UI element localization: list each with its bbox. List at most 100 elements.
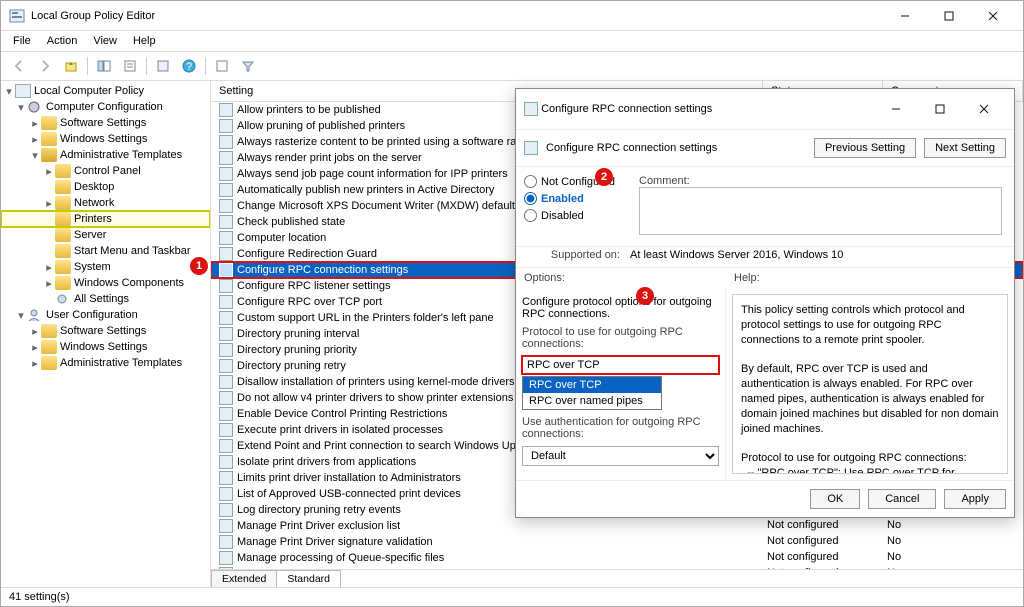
setting-name: Change Microsoft XPS Document Writer (MX… [237, 200, 539, 212]
setting-name: Log directory pruning retry events [237, 504, 401, 516]
tree-all-settings[interactable]: All Settings [1, 291, 210, 307]
tree-user-software-settings[interactable]: ▸Software Settings [1, 323, 210, 339]
protocol-option-pipes[interactable]: RPC over named pipes [523, 393, 661, 409]
radio-enabled[interactable]: Enabled [524, 192, 615, 205]
menu-action[interactable]: Action [47, 35, 78, 47]
cancel-button[interactable]: Cancel [868, 489, 936, 509]
tree-start-menu-taskbar[interactable]: Start Menu and Taskbar [1, 243, 210, 259]
sheet-icon [219, 327, 233, 341]
chevron-down-icon[interactable]: ▾ [3, 85, 15, 98]
protocol-select[interactable]: RPC over TCP [522, 356, 719, 374]
help-button[interactable]: ? [177, 55, 201, 77]
setting-name: Configure RPC over TCP port [237, 296, 382, 308]
chevron-right-icon[interactable]: ▸ [43, 197, 55, 210]
chevron-down-icon[interactable]: ▾ [15, 101, 27, 114]
titlebar: Local Group Policy Editor [1, 1, 1023, 31]
sheet-icon [219, 407, 233, 421]
sheet-icon [524, 141, 538, 155]
chevron-right-icon[interactable]: ▸ [29, 117, 41, 130]
sheet-icon [219, 167, 233, 181]
list-row[interactable]: Manage processing of Queue-specific file… [211, 550, 1023, 566]
help-pane[interactable]: This policy setting controls which proto… [732, 294, 1008, 474]
previous-setting-button[interactable]: Previous Setting [814, 138, 916, 158]
tree-computer-configuration[interactable]: ▾ Computer Configuration [1, 99, 210, 115]
maximize-button[interactable] [927, 2, 971, 30]
status-text: 41 setting(s) [9, 591, 70, 603]
setting-name: Directory pruning interval [237, 328, 359, 340]
back-button[interactable] [7, 55, 31, 77]
chevron-right-icon[interactable]: ▸ [29, 341, 41, 354]
svg-text:?: ? [186, 61, 192, 73]
up-button[interactable] [59, 55, 83, 77]
close-button[interactable] [971, 2, 1015, 30]
statusbar: 41 setting(s) [1, 587, 1023, 606]
tree-root[interactable]: ▾ Local Computer Policy [1, 83, 210, 99]
sheet-icon [219, 215, 233, 229]
menu-view[interactable]: View [93, 35, 117, 47]
tree-administrative-templates[interactable]: ▾Administrative Templates [1, 147, 210, 163]
chevron-right-icon[interactable]: ▸ [43, 261, 55, 274]
sheet-icon [219, 455, 233, 469]
export-list-button[interactable] [118, 55, 142, 77]
chevron-right-icon[interactable]: ▸ [29, 325, 41, 338]
list-row[interactable]: Manage Print Driver exclusion listNot co… [211, 518, 1023, 534]
tree-network[interactable]: ▸ Network [1, 195, 210, 211]
setting-name: Always rasterize content to be printed u… [237, 136, 540, 148]
sheet-icon [219, 295, 233, 309]
tree-user-configuration[interactable]: ▾User Configuration [1, 307, 210, 323]
menu-file[interactable]: File [13, 35, 31, 47]
ok-button[interactable]: OK [810, 489, 860, 509]
tree-printers[interactable]: Printers [1, 211, 210, 227]
sheet-icon [219, 551, 233, 565]
tree-user-admin-templates[interactable]: ▸Administrative Templates [1, 355, 210, 371]
folder-icon [55, 228, 71, 242]
funnel-icon[interactable] [236, 55, 260, 77]
tree-system[interactable]: ▸System [1, 259, 210, 275]
comment-textarea[interactable] [639, 187, 1002, 235]
list-row[interactable]: Manage Print Driver signature validation… [211, 534, 1023, 550]
tab-extended[interactable]: Extended [211, 570, 277, 587]
menu-help[interactable]: Help [133, 35, 156, 47]
dialog-minimize-button[interactable] [874, 95, 918, 123]
supported-on-label: Supported on: [524, 249, 620, 261]
protocol-dropdown: RPC over TCP RPC over named pipes [522, 376, 662, 410]
app-icon [9, 8, 25, 24]
dialog-close-button[interactable] [962, 95, 1006, 123]
forward-button[interactable] [33, 55, 57, 77]
tree-label: Network [74, 197, 114, 209]
tree-software-settings[interactable]: ▸Software Settings [1, 115, 210, 131]
setting-name: List of Approved USB-connected print dev… [237, 488, 461, 500]
filter-button[interactable] [210, 55, 234, 77]
auth-select[interactable]: Default [522, 446, 719, 466]
chevron-right-icon[interactable]: ▸ [43, 165, 55, 178]
protocol-option-tcp[interactable]: RPC over TCP [523, 377, 661, 393]
minimize-button[interactable] [883, 2, 927, 30]
sheet-icon [219, 103, 233, 117]
show-hide-tree-button[interactable] [92, 55, 116, 77]
tab-standard[interactable]: Standard [276, 570, 341, 587]
folder-icon [41, 324, 57, 338]
refresh-button[interactable] [151, 55, 175, 77]
tree-windows-settings[interactable]: ▸Windows Settings [1, 131, 210, 147]
setting-state: Not configured [763, 551, 883, 565]
tree-label: Windows Settings [60, 341, 147, 353]
apply-button[interactable]: Apply [944, 489, 1006, 509]
options-intro: Configure protocol options for outgoing … [522, 296, 719, 320]
chevron-right-icon[interactable]: ▸ [43, 277, 55, 290]
console-tree[interactable]: ▾ Local Computer Policy ▾ Computer Confi… [1, 81, 211, 587]
tree-windows-components[interactable]: ▸Windows Components [1, 275, 210, 291]
options-label: Options: [524, 272, 734, 284]
tree-control-panel[interactable]: ▸Control Panel [1, 163, 210, 179]
chevron-right-icon[interactable]: ▸ [29, 357, 41, 370]
dialog-maximize-button[interactable] [918, 95, 962, 123]
next-setting-button[interactable]: Next Setting [924, 138, 1006, 158]
tree-server[interactable]: Server [1, 227, 210, 243]
sheet-icon [219, 359, 233, 373]
chevron-right-icon[interactable]: ▸ [29, 133, 41, 146]
tree-user-windows-settings[interactable]: ▸ Windows Settings [1, 339, 210, 355]
tree-desktop[interactable]: Desktop [1, 179, 210, 195]
radio-disabled[interactable]: Disabled [524, 209, 615, 222]
chevron-down-icon[interactable]: ▾ [15, 309, 27, 322]
help-text: This policy setting controls which proto… [741, 303, 999, 474]
chevron-down-icon[interactable]: ▾ [29, 149, 41, 162]
